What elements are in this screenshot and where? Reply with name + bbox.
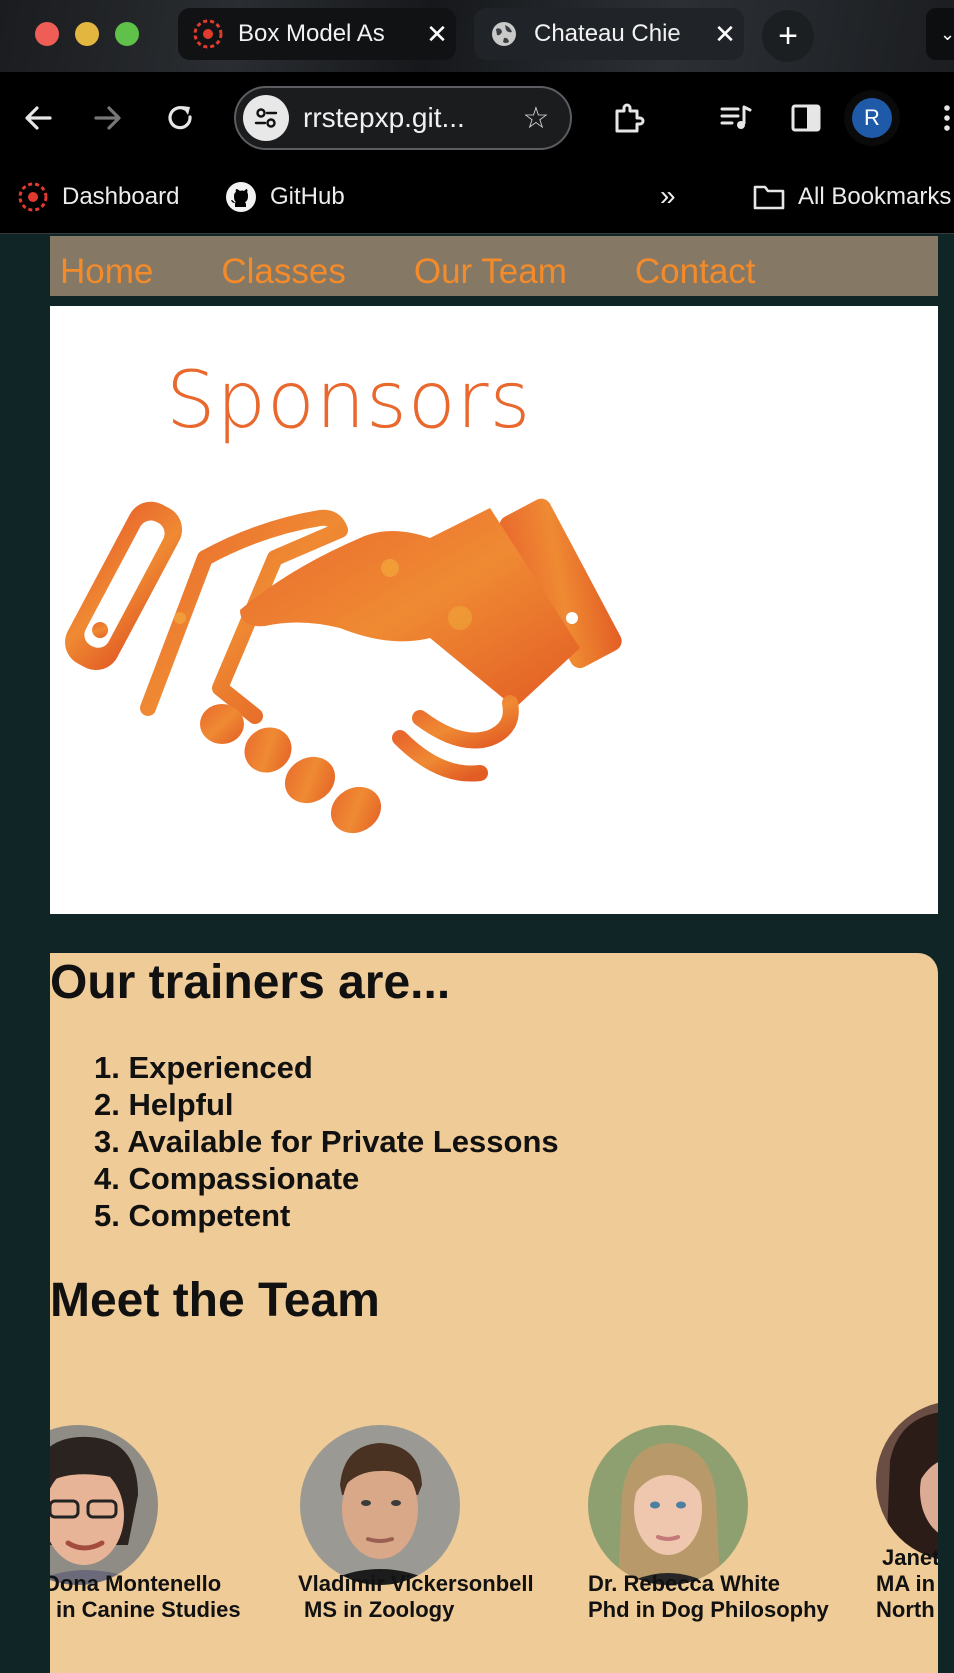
back-icon[interactable]	[18, 98, 58, 138]
nav-home[interactable]: Home	[60, 252, 153, 296]
avatar	[300, 1425, 460, 1585]
handshake-icon	[65, 498, 622, 834]
tab-title: Box Model As	[238, 20, 385, 47]
minimize-window-button[interactable]	[75, 22, 99, 46]
list-item: 3. Available for Private Lessons	[94, 1124, 559, 1159]
member-name: Dr. Rebecca White	[588, 1571, 780, 1596]
github-icon	[224, 180, 258, 214]
tab-box-model[interactable]: Box Model As ✕	[178, 8, 456, 60]
tab-title: Chateau Chie	[534, 20, 681, 47]
canvas-logo-icon	[192, 18, 224, 50]
more-bookmarks-icon[interactable]: »	[660, 180, 676, 212]
profile-avatar[interactable]: R	[844, 90, 900, 146]
member-name: Vladimir Vickersonbell	[298, 1571, 534, 1596]
list-item: 1. Experienced	[94, 1050, 313, 1085]
close-tab-icon[interactable]: ✕	[706, 19, 744, 50]
close-tab-icon[interactable]: ✕	[418, 19, 456, 50]
member-degree: in Canine Studies	[56, 1597, 241, 1622]
address-bar[interactable]: rrstepxp.git... ☆	[234, 86, 572, 150]
all-bookmarks-button[interactable]: All Bookmarks	[752, 180, 951, 214]
avatar	[876, 1401, 938, 1561]
all-bookmarks-label: All Bookmarks	[798, 183, 952, 210]
bookmark-label: Dashboard	[62, 183, 180, 210]
reload-icon[interactable]	[160, 98, 200, 138]
fullscreen-window-button[interactable]	[115, 22, 139, 46]
avatar	[50, 1425, 158, 1585]
nav-classes[interactable]: Classes	[221, 252, 345, 296]
list-item: 4. Compassionate	[94, 1161, 360, 1196]
avatar	[588, 1425, 748, 1585]
member-degree: MS in Zoology	[304, 1597, 455, 1622]
sponsors-banner: Sponsors	[50, 306, 938, 914]
address-text: rrstepxp.git...	[303, 102, 465, 133]
member-degree: MA in	[876, 1571, 936, 1596]
media-control-icon[interactable]	[714, 96, 758, 140]
extensions-icon[interactable]	[606, 96, 650, 140]
folder-icon	[752, 180, 786, 214]
team-heading: Meet the Team	[50, 1274, 380, 1327]
site-nav: Home Classes Our Team Contact	[50, 236, 938, 296]
bookmark-label: GitHub	[270, 183, 345, 210]
bookmarks-bar: Dashboard GitHub » All Bookmarks	[0, 162, 954, 234]
site-settings-icon[interactable]	[243, 95, 289, 141]
menu-dots-icon[interactable]	[938, 96, 954, 140]
tab-chateau[interactable]: Chateau Chie ✕	[474, 8, 744, 60]
trainers-panel: Our trainers are... 1. Experienced 2. He…	[50, 953, 938, 1673]
bookmark-star-icon[interactable]: ☆	[516, 101, 556, 136]
profile-initial: R	[852, 98, 892, 138]
new-tab-button[interactable]: +	[762, 10, 814, 62]
bookmark-dashboard[interactable]: Dashboard	[16, 180, 179, 214]
nav-contact[interactable]: Contact	[635, 252, 756, 296]
list-item: 2. Helpful	[94, 1087, 234, 1122]
nav-our-team[interactable]: Our Team	[414, 252, 567, 296]
tab-search-button[interactable]: ⌄	[926, 8, 954, 60]
member-degree: Phd in Dog Philosophy	[588, 1597, 829, 1622]
member-degree-line2: North	[876, 1597, 935, 1622]
browser-toolbar: rrstepxp.git... ☆ R	[0, 72, 954, 162]
close-window-button[interactable]	[35, 22, 59, 46]
canvas-logo-icon	[16, 180, 50, 214]
tab-strip: Box Model As ✕ Chateau Chie ✕ + ⌄	[0, 0, 954, 72]
forward-icon[interactable]	[88, 98, 128, 138]
member-name: Dona Montenello	[50, 1571, 222, 1596]
globe-icon	[488, 18, 520, 50]
sponsors-title: Sponsors	[166, 356, 532, 446]
list-item: 5. Competent	[94, 1198, 291, 1233]
side-panel-icon[interactable]	[784, 96, 828, 140]
trainers-heading: Our trainers are...	[50, 956, 451, 1009]
member-name: Janet	[882, 1545, 938, 1570]
qualities-list: 1. Experienced 2. Helpful 3. Available f…	[94, 1049, 559, 1234]
bookmark-github[interactable]: GitHub	[224, 180, 345, 214]
